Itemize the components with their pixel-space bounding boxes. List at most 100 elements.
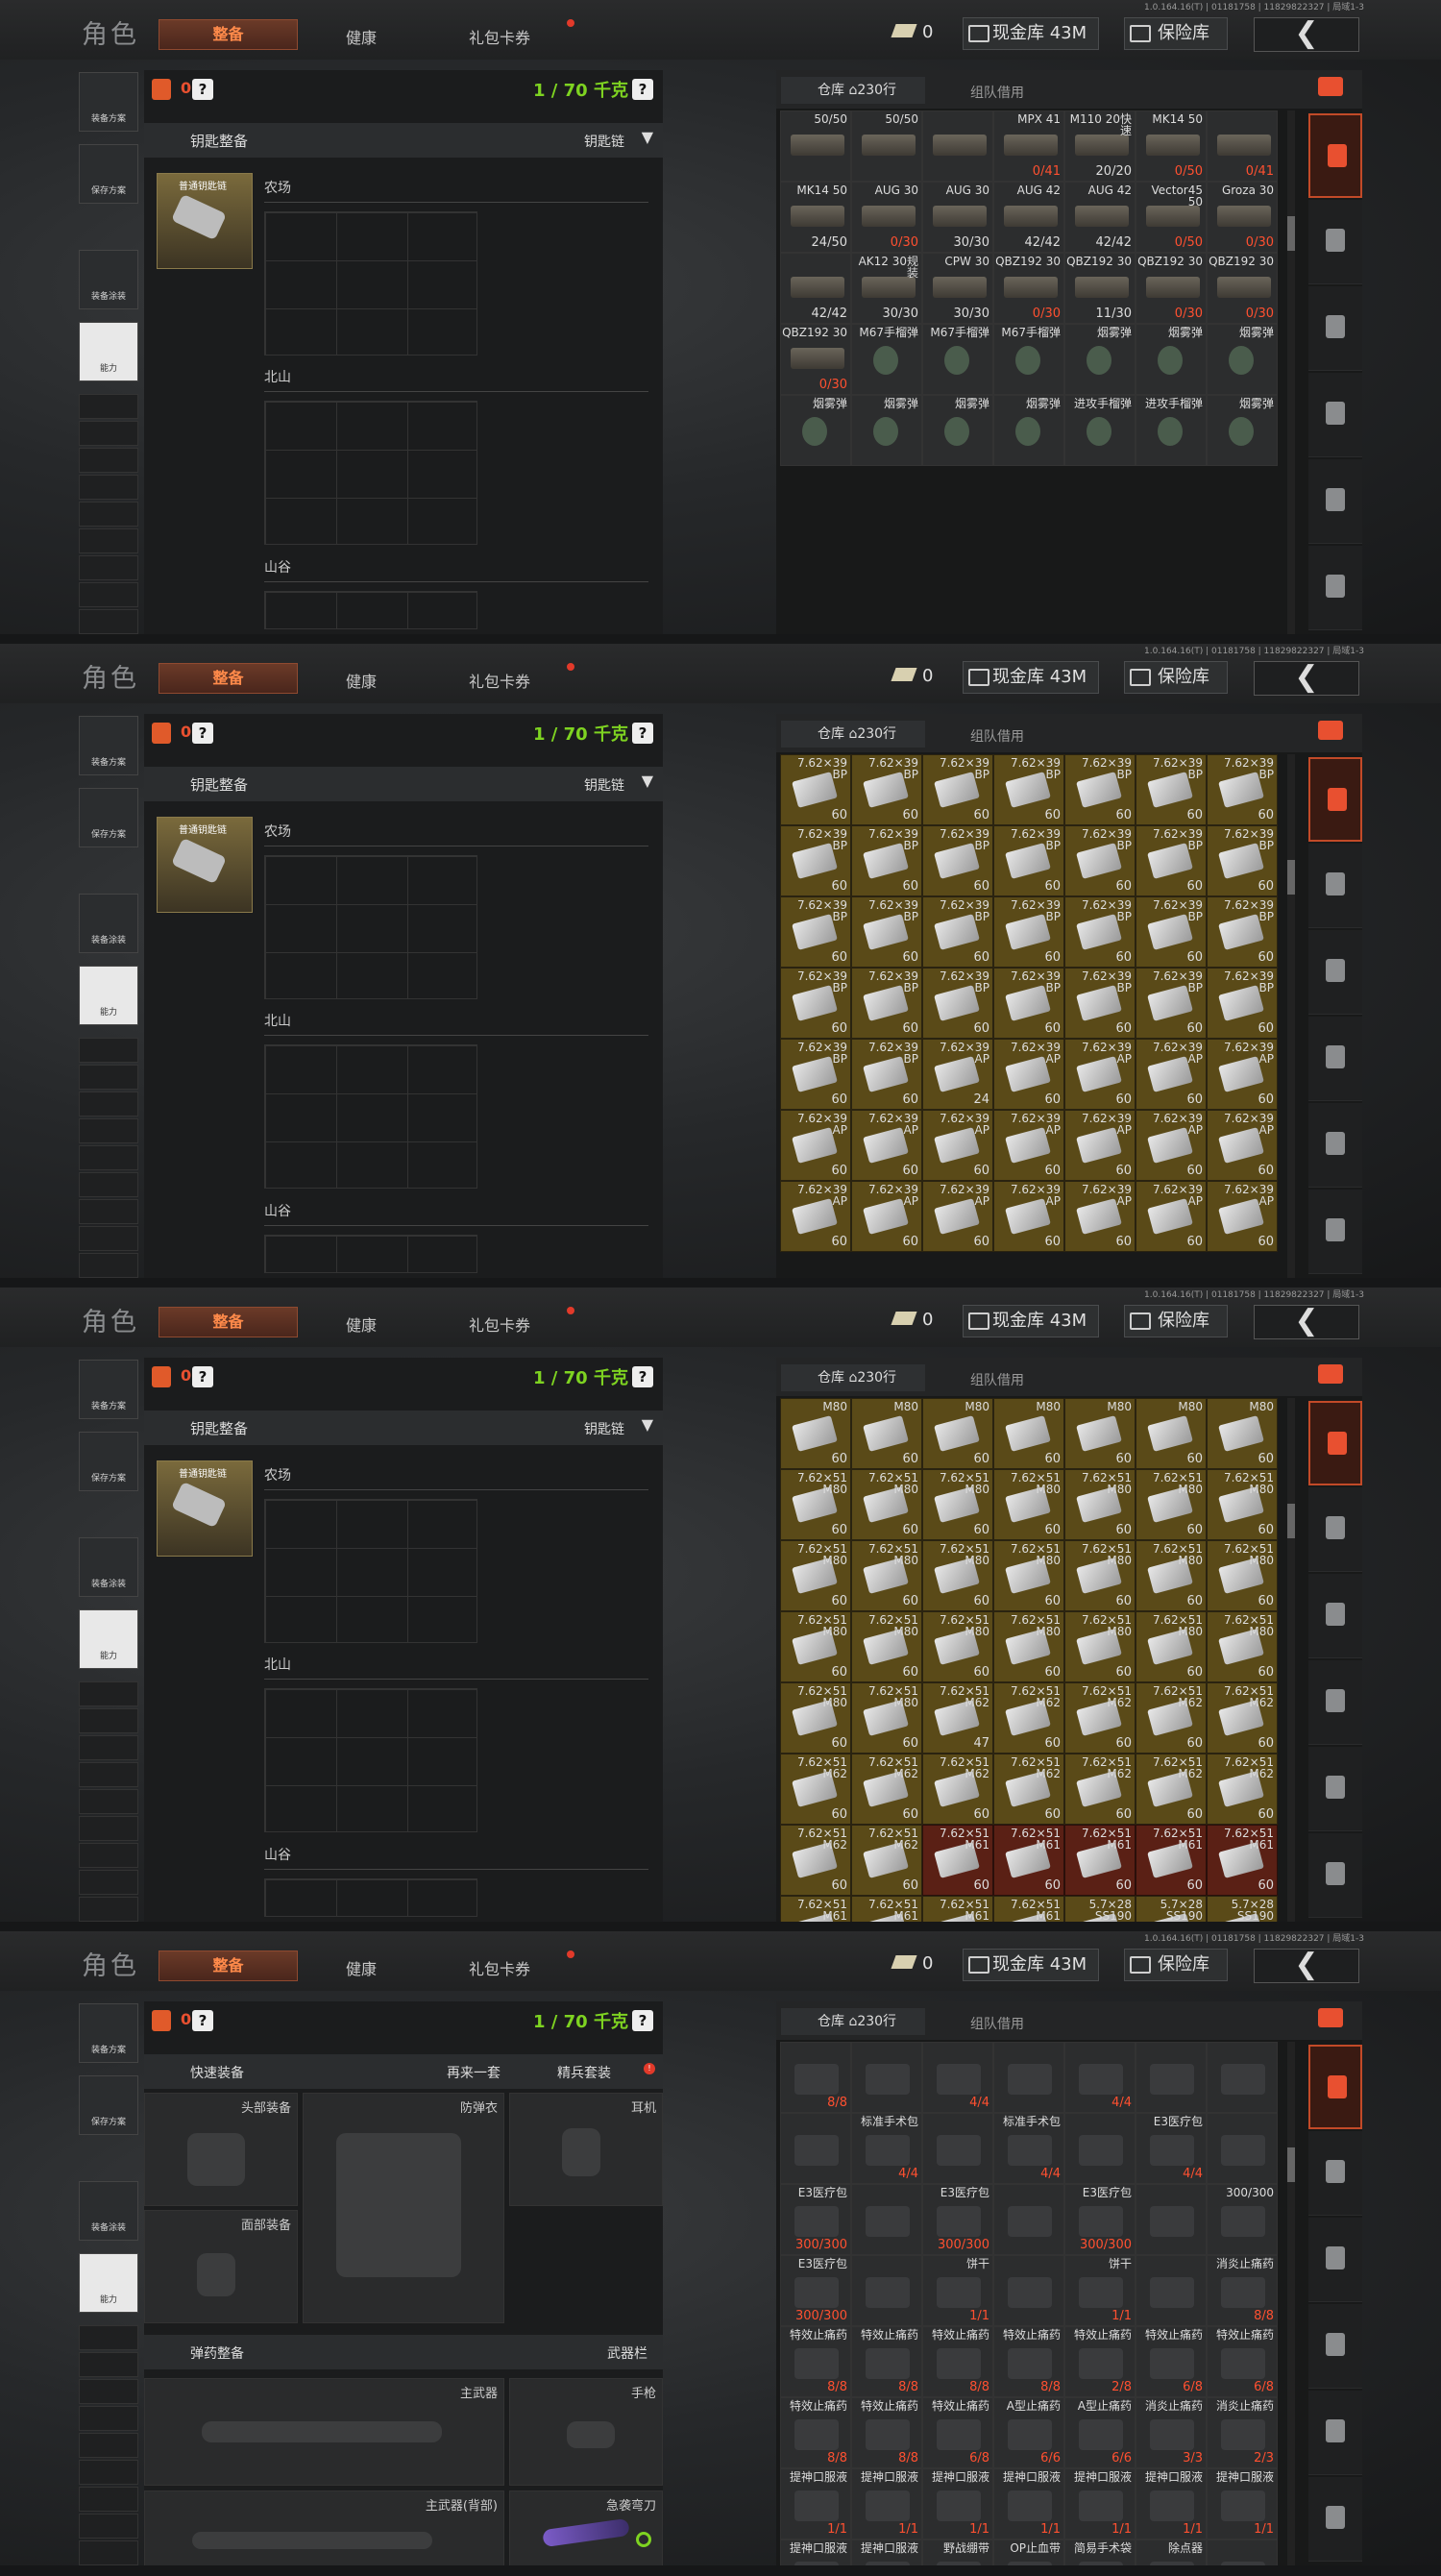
item-cell[interactable]: 7.62×51 M62 60 bbox=[993, 1754, 1064, 1825]
key-slot-grid[interactable] bbox=[264, 1044, 477, 1189]
item-cell[interactable]: AUG 42 42/42 bbox=[993, 182, 1064, 253]
item-cell[interactable]: 7.62×39 BP 60 bbox=[780, 1039, 851, 1110]
item-cell[interactable]: 7.62×39 BP 60 bbox=[1064, 754, 1136, 825]
item-cell[interactable]: 7.62×39 BP 60 bbox=[993, 896, 1064, 968]
category-all-items-icon[interactable] bbox=[1308, 2045, 1362, 2129]
item-cell[interactable] bbox=[1207, 2539, 1278, 2565]
category-ammo-icon[interactable] bbox=[1308, 1103, 1362, 1188]
tab-gift-cards[interactable]: 礼包卡券 bbox=[469, 25, 530, 48]
item-cell[interactable]: CPW 30 30/30 bbox=[922, 253, 993, 324]
item-cell[interactable]: 7.62×39 AP 60 bbox=[993, 1181, 1064, 1252]
item-cell[interactable]: 7.62×39 AP 60 bbox=[851, 1110, 922, 1181]
item-cell[interactable]: 7.62×39 AP 60 bbox=[1136, 1110, 1207, 1181]
item-cell[interactable]: 7.62×51 M80 60 bbox=[1207, 1469, 1278, 1540]
item-cell[interactable]: 7.62×51 M80 60 bbox=[1207, 1540, 1278, 1611]
item-cell[interactable]: 7.62×39 AP 60 bbox=[1207, 1039, 1278, 1110]
item-cell[interactable] bbox=[1136, 2184, 1207, 2255]
tab-storage[interactable]: 仓库 ⌂230行 bbox=[781, 1364, 925, 1391]
item-cell[interactable]: 7.62×39 AP 60 bbox=[851, 1181, 922, 1252]
item-cell[interactable]: 7.62×51 M62 60 bbox=[1207, 1682, 1278, 1754]
item-cell[interactable]: 7.62×39 BP 60 bbox=[922, 968, 993, 1039]
help-button[interactable]: ? bbox=[192, 2010, 213, 2031]
item-cell[interactable]: 提神口服液 bbox=[851, 2539, 922, 2565]
tab-storage[interactable]: 仓库 ⌂230行 bbox=[781, 77, 925, 104]
category-ammo-icon[interactable] bbox=[1308, 2391, 1362, 2475]
item-cell[interactable]: 7.62×39 AP 60 bbox=[1136, 1039, 1207, 1110]
item-cell[interactable]: 7.62×51 M80 60 bbox=[993, 1611, 1064, 1682]
item-cell[interactable]: 提神口服液 1/1 bbox=[922, 2468, 993, 2539]
item-cell[interactable]: 7.62×39 BP 60 bbox=[851, 896, 922, 968]
item-cell[interactable]: 7.62×51 M62 60 bbox=[922, 1754, 993, 1825]
item-cell[interactable]: 进攻手榴弹 bbox=[1136, 395, 1207, 466]
item-cell[interactable]: 7.62×39 BP 60 bbox=[1064, 896, 1136, 968]
item-cell[interactable]: 烟雾弹 bbox=[1207, 324, 1278, 395]
keychain-item[interactable]: 普通钥匙链 bbox=[157, 173, 253, 269]
key-slot-grid[interactable] bbox=[264, 1499, 477, 1643]
item-cell[interactable] bbox=[1136, 2255, 1207, 2326]
scrollbar-thumb[interactable] bbox=[1287, 2147, 1295, 2182]
tab-storage[interactable]: 仓库 ⌂230行 bbox=[781, 2008, 925, 2035]
item-cell[interactable]: 7.62×39 BP 60 bbox=[1207, 896, 1278, 968]
item-cell[interactable]: 8/8 bbox=[780, 2042, 851, 2113]
item-cell[interactable]: 7.62×39 BP 60 bbox=[851, 968, 922, 1039]
tab-loadout[interactable]: 整备 bbox=[159, 1950, 298, 1981]
scrollbar-thumb[interactable] bbox=[1287, 216, 1295, 251]
keychain-selector[interactable]: 钥匙链 bbox=[584, 132, 624, 151]
grid-scrollbar[interactable] bbox=[1287, 1398, 1295, 1922]
grid-scrollbar[interactable] bbox=[1287, 110, 1295, 634]
tab-loadout[interactable]: 整备 bbox=[159, 19, 298, 50]
item-cell[interactable]: 7.62×51 M61 60 bbox=[1207, 1825, 1278, 1896]
item-cell[interactable]: 特效止痛药 8/8 bbox=[780, 2397, 851, 2468]
item-cell[interactable]: 50/50 bbox=[851, 110, 922, 182]
item-cell[interactable]: QBZ192 30 0/30 bbox=[1207, 253, 1278, 324]
item-cell[interactable]: 7.62×51 M61 bbox=[922, 1896, 993, 1922]
item-cell[interactable] bbox=[1136, 2042, 1207, 2113]
item-cell[interactable]: 7.62×39 BP 60 bbox=[1136, 968, 1207, 1039]
sidebar-button-1[interactable]: 保存方案 bbox=[79, 144, 138, 204]
item-cell[interactable]: 7.62×39 AP 60 bbox=[1064, 1181, 1136, 1252]
key-slot-grid[interactable] bbox=[264, 591, 477, 629]
item-cell[interactable]: OP止血带 bbox=[993, 2539, 1064, 2565]
sidebar-button-3[interactable]: 能力 bbox=[79, 966, 138, 1025]
sidebar-button-3[interactable]: 能力 bbox=[79, 2253, 138, 2313]
sidebar-button-1[interactable]: 保存方案 bbox=[79, 788, 138, 847]
item-cell[interactable]: 7.62×51 M62 60 bbox=[1064, 1754, 1136, 1825]
sidebar-button-2[interactable]: 装备涂装 bbox=[79, 894, 138, 953]
item-cell[interactable]: 4/4 bbox=[922, 2042, 993, 2113]
item-cell[interactable]: M67手榴弹 bbox=[851, 324, 922, 395]
item-cell[interactable]: 特效止痛药 8/8 bbox=[851, 2326, 922, 2397]
sort-stack-icon[interactable] bbox=[1318, 2008, 1343, 2027]
item-cell[interactable]: MPX 41 0/41 bbox=[993, 110, 1064, 182]
sidebar-button-3[interactable]: 能力 bbox=[79, 1609, 138, 1669]
item-cell[interactable]: 提神口服液 1/1 bbox=[851, 2468, 922, 2539]
category-ammo-icon[interactable] bbox=[1308, 1747, 1362, 1831]
sort-stack-icon[interactable] bbox=[1318, 77, 1343, 96]
item-cell[interactable]: 50/50 bbox=[780, 110, 851, 182]
item-cell[interactable]: 提神口服液 1/1 bbox=[1207, 2468, 1278, 2539]
category-all-items-icon[interactable] bbox=[1308, 757, 1362, 842]
item-cell[interactable]: A型止痛药 6/6 bbox=[1064, 2397, 1136, 2468]
item-cell[interactable] bbox=[993, 2042, 1064, 2113]
item-cell[interactable]: 消炎止痛药 2/3 bbox=[1207, 2397, 1278, 2468]
tab-health[interactable]: 健康 bbox=[346, 1956, 377, 1979]
weight-help-button[interactable]: ? bbox=[632, 79, 653, 100]
item-cell[interactable]: 7.62×39 AP 60 bbox=[780, 1181, 851, 1252]
item-cell[interactable]: 烟雾弹 bbox=[780, 395, 851, 466]
item-cell[interactable]: 7.62×51 M80 60 bbox=[922, 1540, 993, 1611]
sidebar-button-2[interactable]: 装备涂装 bbox=[79, 1537, 138, 1597]
tab-gift-cards[interactable]: 礼包卡券 bbox=[469, 1313, 530, 1336]
category-armor-icon[interactable] bbox=[1308, 200, 1362, 284]
sort-stack-icon[interactable] bbox=[1318, 1364, 1343, 1384]
item-cell[interactable]: 特效止痛药 8/8 bbox=[851, 2397, 922, 2468]
item-cell[interactable]: 7.62×51 M62 60 bbox=[1136, 1682, 1207, 1754]
item-cell[interactable]: 7.62×39 BP 60 bbox=[780, 968, 851, 1039]
scrollbar-thumb[interactable] bbox=[1287, 1504, 1295, 1538]
help-button[interactable]: ? bbox=[192, 79, 213, 100]
category-medkit-icon[interactable] bbox=[1308, 1833, 1362, 1918]
back-chevron-icon[interactable]: ❮ bbox=[1254, 661, 1359, 696]
item-cell[interactable]: 7.62×51 M62 60 bbox=[1064, 1682, 1136, 1754]
item-cell[interactable]: M110 20快速 20/20 bbox=[1064, 110, 1136, 182]
sidebar-button-1[interactable]: 保存方案 bbox=[79, 2075, 138, 2135]
back-chevron-icon[interactable]: ❮ bbox=[1254, 1305, 1359, 1339]
item-cell[interactable]: 简易手术袋 bbox=[1064, 2539, 1136, 2565]
